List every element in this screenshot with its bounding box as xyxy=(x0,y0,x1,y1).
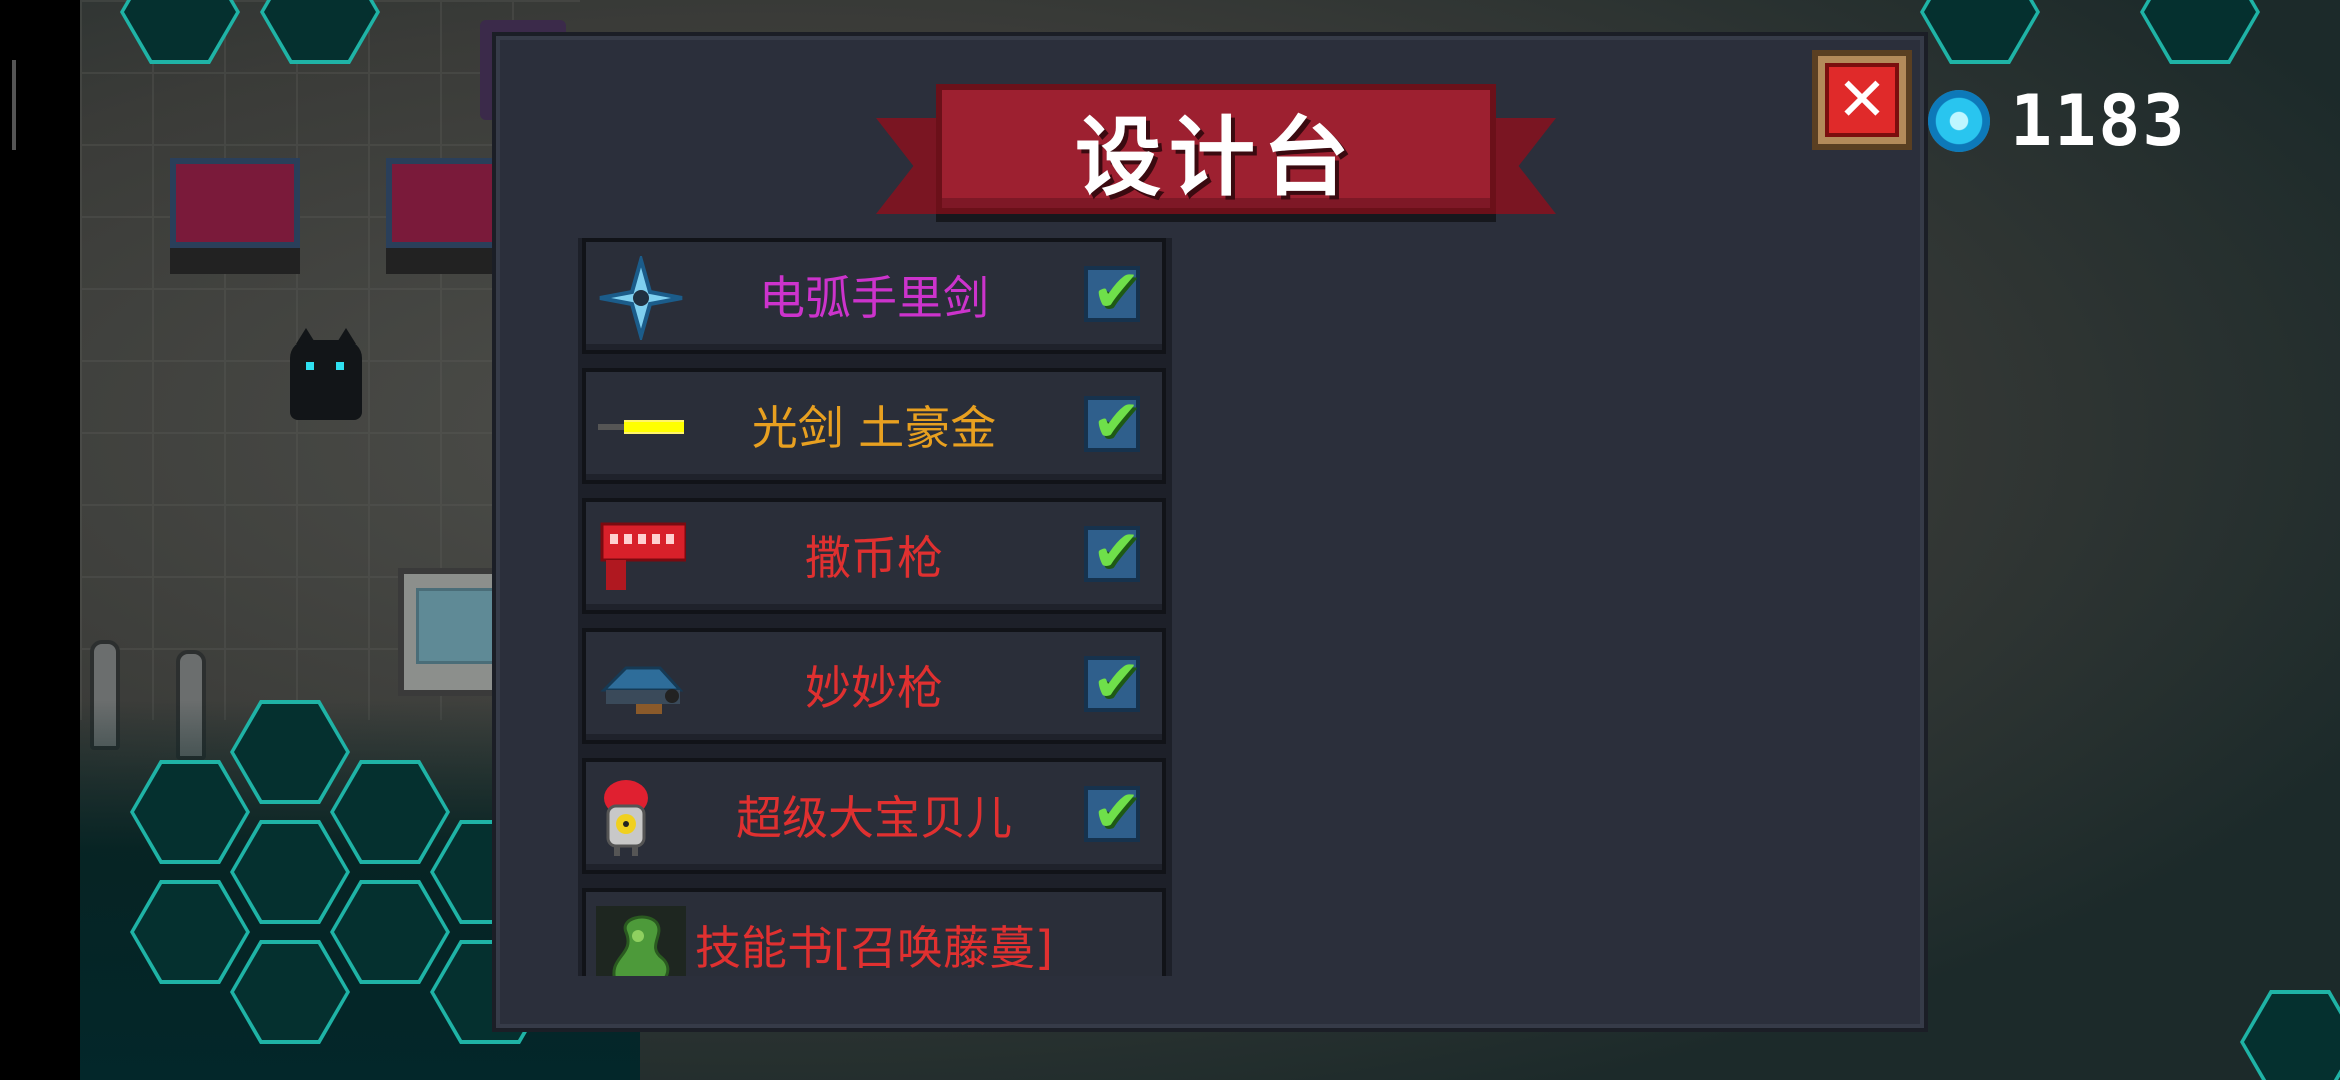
coin-gun-icon xyxy=(600,522,686,590)
checkmark-icon: ✔ xyxy=(1092,257,1141,325)
item-checkbox[interactable]: ✔ xyxy=(1084,392,1141,452)
list-item-lightsaber-gold[interactable]: 光剑 土豪金 ✔ xyxy=(582,368,1166,484)
list-item-super-baby[interactable]: 超级大宝贝儿 ✔ xyxy=(582,758,1166,874)
list-item-vine-skill-book[interactable]: 技能书[召唤藤蔓] xyxy=(582,888,1166,976)
crate-left-base xyxy=(170,248,300,274)
list-item-magic-gun[interactable]: 妙妙枪 ✔ xyxy=(582,628,1166,744)
item-name: 妙妙枪 xyxy=(805,661,943,715)
panel-title: 设计台 xyxy=(1075,107,1357,208)
nuke-bomb-icon xyxy=(604,780,648,856)
hex-tile xyxy=(2240,990,2340,1080)
cat-eye xyxy=(306,362,314,370)
hex-tile xyxy=(1920,0,2040,64)
title-banner: 设计台 xyxy=(876,62,1556,242)
lightsaber-icon xyxy=(598,420,684,434)
list-item-electric-shuriken[interactable]: 电弧手里剑 ✔ xyxy=(582,238,1166,354)
blueprint-list[interactable]: 电弧手里剑 ✔ 光剑 土豪金 ✔ 撒币枪 ✔ 妙妙枪 ✔ 超级大宝贝儿 ✔ 技能… xyxy=(578,238,1172,976)
black-cat-pet xyxy=(290,328,362,420)
item-checkbox[interactable]: ✔ xyxy=(1084,652,1141,712)
shuriken-icon xyxy=(599,256,683,340)
list-item-coin-gun[interactable]: 撒币枪 ✔ xyxy=(582,498,1166,614)
checkmark-icon: ✔ xyxy=(1092,387,1141,455)
item-name: 光剑 土豪金 xyxy=(751,401,997,455)
checkmark-icon: ✔ xyxy=(1092,517,1141,585)
crate-left xyxy=(170,158,300,248)
design-table-panel: 设计台 ✕ 电弧手里剑 ✔ 光剑 土豪金 ✔ 撒币枪 ✔ 妙妙枪 ✔ 超级大宝贝… xyxy=(492,32,1928,1032)
item-checkbox[interactable]: ✔ xyxy=(1084,782,1141,842)
edge-handle xyxy=(12,60,16,150)
cat-eye xyxy=(336,362,344,370)
close-x-icon: ✕ xyxy=(1825,63,1899,137)
item-name: 超级大宝贝儿 xyxy=(736,791,1012,845)
item-checkbox[interactable]: ✔ xyxy=(1084,262,1141,322)
hex-tile xyxy=(2140,0,2260,64)
gem-count: 1183 xyxy=(2010,80,2187,162)
item-checkbox[interactable]: ✔ xyxy=(1084,522,1141,582)
checkmark-icon: ✔ xyxy=(1092,777,1141,845)
vine-skill-book-icon xyxy=(596,906,686,976)
item-name: 技能书[召唤藤蔓] xyxy=(695,921,1053,975)
item-name: 电弧手里剑 xyxy=(759,271,989,325)
banner-plate: 设计台 xyxy=(936,84,1496,214)
checkmark-icon: ✔ xyxy=(1092,647,1141,715)
gem-counter: 1183 xyxy=(1928,80,2187,162)
item-name: 撒币枪 xyxy=(805,531,943,585)
screen-left-edge xyxy=(0,0,80,1080)
close-button[interactable]: ✕ xyxy=(1812,50,1912,150)
magic-gun-icon xyxy=(600,666,684,714)
gem-icon xyxy=(1928,90,1990,152)
